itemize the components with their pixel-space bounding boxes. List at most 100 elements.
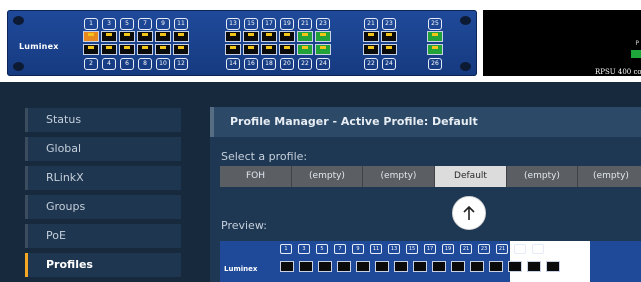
port-number-bottom: 24 — [382, 58, 396, 70]
sidebar-item-poe[interactable]: PoE — [25, 224, 181, 248]
preview-port-number: 13 — [388, 244, 400, 254]
preview-jack — [413, 261, 427, 272]
port-jack — [315, 31, 331, 42]
screw-icon — [13, 16, 24, 25]
preview-jack — [546, 261, 560, 272]
preview-port-number: 11 — [370, 244, 382, 254]
sidebar-item-label: RLinkX — [46, 171, 84, 184]
preview-port-number: 23 — [514, 244, 526, 254]
port-jack — [381, 31, 397, 42]
port-jack — [155, 31, 171, 42]
port-number-top: 19 — [280, 18, 294, 30]
port-number-bottom: 16 — [244, 58, 258, 70]
port-jack — [225, 31, 241, 42]
sidebar-item-profiles[interactable]: Profiles — [25, 253, 181, 277]
port-jack — [315, 44, 331, 55]
port-number-top: 3 — [102, 18, 116, 30]
port-number-bottom: 14 — [226, 58, 240, 70]
port-number-top: 21 — [364, 18, 378, 30]
port-jack — [83, 44, 99, 55]
port-jack — [381, 44, 397, 55]
port-jack — [297, 44, 313, 55]
port-jack — [261, 31, 277, 42]
profile-tab-3[interactable]: (empty) — [363, 166, 435, 187]
port-number-top: 13 — [226, 18, 240, 30]
psu-letter: P — [635, 40, 639, 47]
port-jack — [137, 44, 153, 55]
sidebar: Status Global RLinkX Groups PoE Profiles — [25, 108, 181, 282]
screw-icon — [13, 62, 24, 71]
preview-jack — [375, 261, 389, 272]
port-number-bottom: 20 — [280, 58, 294, 70]
sidebar-item-label: PoE — [46, 229, 66, 242]
preview-label: Preview: — [221, 219, 267, 232]
preview-jack — [280, 261, 294, 272]
preview-port-number: 3 — [298, 244, 310, 254]
port-number-bottom: 12 — [174, 58, 188, 70]
port-jack — [243, 31, 259, 42]
preview-port-number: 23 — [478, 244, 490, 254]
preview-jack — [299, 261, 313, 272]
preview-jack — [508, 261, 522, 272]
port-jack — [279, 31, 295, 42]
port-jack — [225, 44, 241, 55]
port-jack — [101, 31, 117, 42]
profile-tab-foh[interactable]: FOH — [220, 166, 292, 187]
port-number-top: 5 — [120, 18, 134, 30]
port-number-top: 21 — [298, 18, 312, 30]
sidebar-item-label: Global — [46, 142, 82, 155]
port-jack — [243, 44, 259, 55]
port-number-bottom: 4 — [102, 58, 116, 70]
preview-jack — [432, 261, 446, 272]
port-jack — [173, 44, 189, 55]
port-number-top: 1 — [84, 18, 98, 30]
port-number-top: 7 — [138, 18, 152, 30]
preview-jack — [318, 261, 332, 272]
profile-preview: Luminex 1 3 5 7 9 11 13 15 17 19 21 23 21 23 25 — [220, 241, 641, 282]
port-number-bottom: 22 — [364, 58, 378, 70]
sidebar-item-groups[interactable]: Groups — [25, 195, 181, 219]
port-jack — [119, 31, 135, 42]
psu-led — [631, 50, 641, 58]
port-jack — [101, 44, 117, 55]
port-number-bottom: 6 — [120, 58, 134, 70]
sidebar-item-global[interactable]: Global — [25, 137, 181, 161]
sidebar-item-label: Profiles — [46, 258, 93, 271]
sidebar-item-label: Status — [46, 113, 82, 126]
preview-port-number: 19 — [442, 244, 454, 254]
port-jack — [155, 44, 171, 55]
profile-tab-default[interactable]: Default — [435, 166, 507, 187]
scroll-up-button[interactable] — [452, 196, 486, 230]
preview-port-number: 17 — [424, 244, 436, 254]
preview-jacks — [280, 261, 565, 272]
preview-jack — [470, 261, 484, 272]
profile-tab-5[interactable]: (empty) — [507, 166, 578, 187]
profile-tab-6[interactable]: (empty) — [578, 166, 641, 187]
preview-port-number: 5 — [316, 244, 328, 254]
port-number-bottom: 26 — [428, 58, 442, 70]
sidebar-item-status[interactable]: Status — [25, 108, 181, 132]
screw-icon — [460, 16, 471, 25]
psu-label: RPSU 400 co — [595, 68, 641, 76]
port-jack — [137, 31, 153, 42]
preview-port-numbers: 1 3 5 7 9 11 13 15 17 19 21 23 21 23 25 — [280, 244, 550, 254]
preview-jack — [394, 261, 408, 272]
preview-port-number: 7 — [334, 244, 346, 254]
select-profile-label: Select a profile: — [221, 150, 308, 163]
device-brand: Luminex — [19, 42, 59, 51]
port-number-top: 11 — [174, 18, 188, 30]
port-number-bottom: 2 — [84, 58, 98, 70]
preview-port-number: 1 — [280, 244, 292, 254]
port-number-bottom: 18 — [262, 58, 276, 70]
port-jack — [427, 44, 443, 55]
port-number-top: 23 — [382, 18, 396, 30]
preview-jack — [489, 261, 503, 272]
sidebar-item-rlinkx[interactable]: RLinkX — [25, 166, 181, 190]
profile-tab-2[interactable]: (empty) — [292, 166, 363, 187]
preview-jack — [337, 261, 351, 272]
port-number-top: 25 — [428, 18, 442, 30]
port-jack — [119, 44, 135, 55]
preview-jack — [356, 261, 370, 272]
preview-port-number: 9 — [352, 244, 364, 254]
port-jack — [173, 31, 189, 42]
